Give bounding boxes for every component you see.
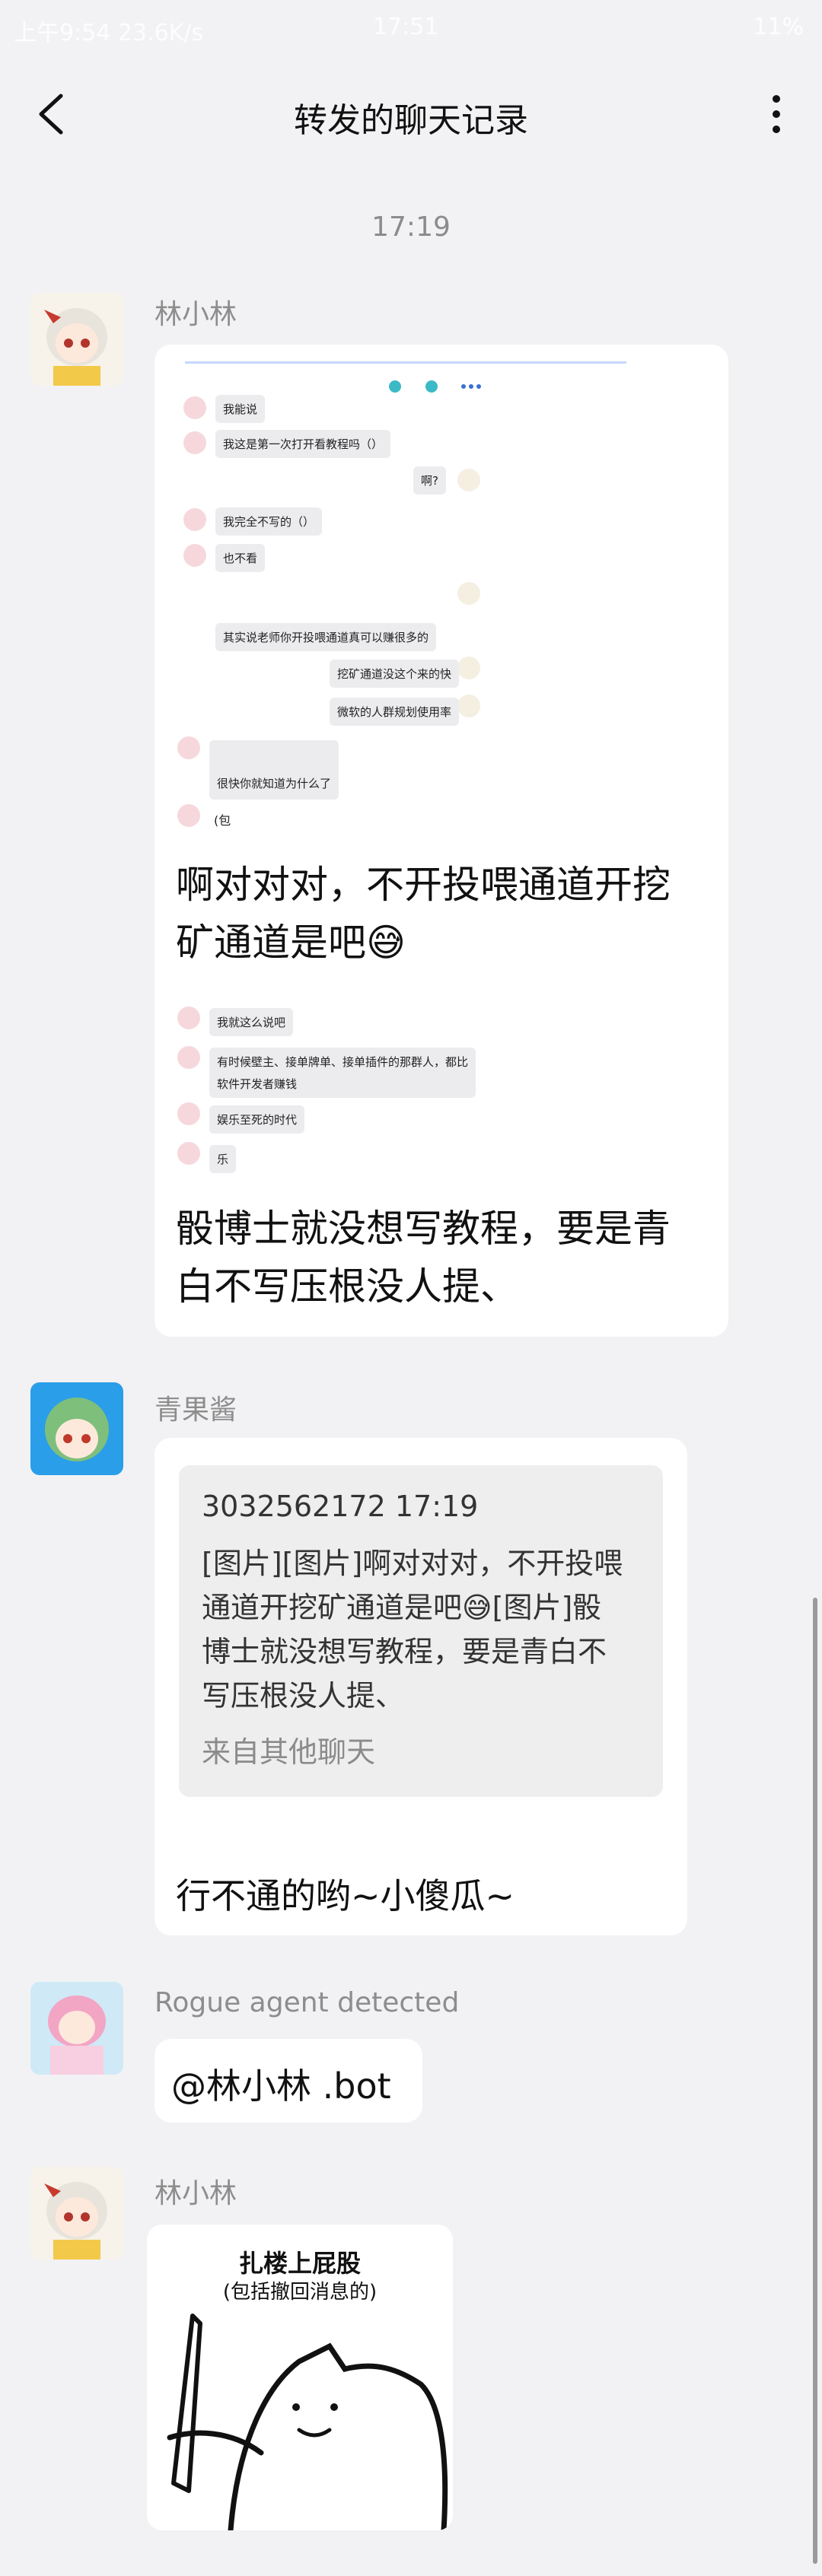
anime-avatar-icon bbox=[30, 1982, 123, 2075]
mini-line: 有时候壁主、接单牌单、接单插件的那群人，都比 bbox=[217, 1055, 469, 1069]
mini-message: 我完全不写的（） bbox=[215, 507, 323, 536]
mini-avatar bbox=[177, 1102, 200, 1125]
sender-name: Rogue agent detected bbox=[155, 1987, 460, 2018]
mini-avatar bbox=[177, 804, 200, 827]
mini-message: 我这是第一次打开看教程吗（） bbox=[215, 430, 391, 458]
nav-bar: 转发的聊天记录 bbox=[0, 53, 822, 167]
mini-message: 乐 bbox=[209, 1145, 237, 1173]
more-vertical-icon bbox=[773, 95, 780, 133]
anime-avatar-icon bbox=[30, 2167, 123, 2260]
mini-message: 其实说老师你开投喂通道真可以赚很多的 bbox=[215, 623, 437, 651]
mini-message: 娱乐至死的时代 bbox=[209, 1105, 305, 1134]
mini-message: 挖矿通道没这个来的快 bbox=[330, 660, 460, 688]
status-bar: 上午9:54 23.6K/s 17:51 11% bbox=[0, 0, 822, 53]
scrollbar[interactable] bbox=[813, 1598, 817, 2564]
status-time: 17:51 bbox=[373, 14, 439, 40]
mini-avatar bbox=[183, 431, 206, 454]
quoted-message[interactable]: 3032562172 17:19 [图片][图片]啊对对对，不开投喂通道开挖矿通… bbox=[179, 1465, 663, 1797]
mini-avatar bbox=[177, 1007, 200, 1029]
message-bubble[interactable]: 我能说 我这是第一次打开看教程吗（） 啊? 我完全不写的（） 也不看 其实说老师… bbox=[155, 345, 728, 1337]
message-bubble[interactable]: 3032562172 17:19 [图片][图片]啊对对对，不开投喂通道开挖矿通… bbox=[155, 1438, 687, 1935]
mini-message: (包 bbox=[214, 813, 231, 828]
mini-avatar bbox=[457, 657, 480, 679]
mini-line: 软件开发者赚钱 bbox=[217, 1077, 298, 1091]
status-battery: 11% bbox=[753, 14, 804, 40]
mini-avatar bbox=[177, 1142, 200, 1165]
mini-avatar bbox=[183, 544, 206, 567]
message-text: 行不通的哟~小傻瓜~ bbox=[176, 1875, 515, 1916]
mini-message: 有时候壁主、接单牌单、接单插件的那群人，都比 软件开发者赚钱 bbox=[209, 1048, 476, 1098]
mini-message: 我能说 bbox=[215, 395, 266, 423]
cat-with-knife-icon bbox=[167, 2314, 448, 2530]
anime-avatar-icon bbox=[30, 1382, 123, 1475]
mini-message: 微软的人群规划使用率 bbox=[330, 698, 460, 726]
mini-avatar bbox=[177, 736, 200, 759]
sender-name: 林小林 bbox=[155, 299, 237, 330]
quote-body: [图片][图片]啊对对对，不开投喂通道开挖矿通道是吧😅[图片]骰博士就没想写教程… bbox=[202, 1547, 623, 1713]
avatar[interactable] bbox=[30, 1982, 123, 2075]
message-bubble[interactable]: @林小林 .bot bbox=[155, 2039, 422, 2123]
timestamp: 17:19 bbox=[371, 211, 451, 243]
avatar[interactable] bbox=[30, 293, 123, 386]
sender-name: 林小林 bbox=[155, 2178, 237, 2209]
mini-message: 啊? bbox=[413, 466, 446, 495]
page-title: 转发的聊天记录 bbox=[294, 101, 528, 140]
mini-toolbar-icon bbox=[389, 380, 481, 393]
message-text: 骰博士就没想写教程，要是青白不写压根没人提、 bbox=[176, 1207, 671, 1309]
mini-message: 我就这么说吧 bbox=[209, 1008, 294, 1036]
avatar[interactable] bbox=[30, 2167, 123, 2260]
more-button[interactable] bbox=[754, 84, 799, 145]
message-text: 啊对对对，不开投喂通道开挖矿通道是吧😅 bbox=[176, 863, 671, 965]
mini-avatar bbox=[183, 508, 206, 531]
message-text: @林小林 .bot bbox=[171, 2066, 391, 2107]
sender-name: 青果酱 bbox=[155, 1395, 237, 1426]
mini-avatar bbox=[183, 396, 206, 419]
quote-source: 来自其他聊天 bbox=[202, 1735, 376, 1769]
sticker-title: 扎楼上屁股 bbox=[238, 2249, 361, 2278]
anime-avatar-icon bbox=[30, 293, 123, 386]
mini-avatar bbox=[457, 469, 480, 491]
quote-header: 3032562172 17:19 bbox=[202, 1490, 479, 1523]
mini-message: 很快你就知道为什么了 bbox=[209, 740, 339, 800]
mini-message: 也不看 bbox=[215, 544, 266, 572]
status-left: 上午9:54 23.6K/s bbox=[14, 20, 204, 46]
mini-avatar bbox=[457, 695, 480, 717]
mini-avatar bbox=[177, 1046, 200, 1069]
avatar[interactable] bbox=[30, 1382, 123, 1475]
mini-avatar bbox=[457, 582, 480, 605]
sticker-image[interactable]: 扎楼上屁股 (包括撤回消息的) bbox=[147, 2225, 453, 2530]
